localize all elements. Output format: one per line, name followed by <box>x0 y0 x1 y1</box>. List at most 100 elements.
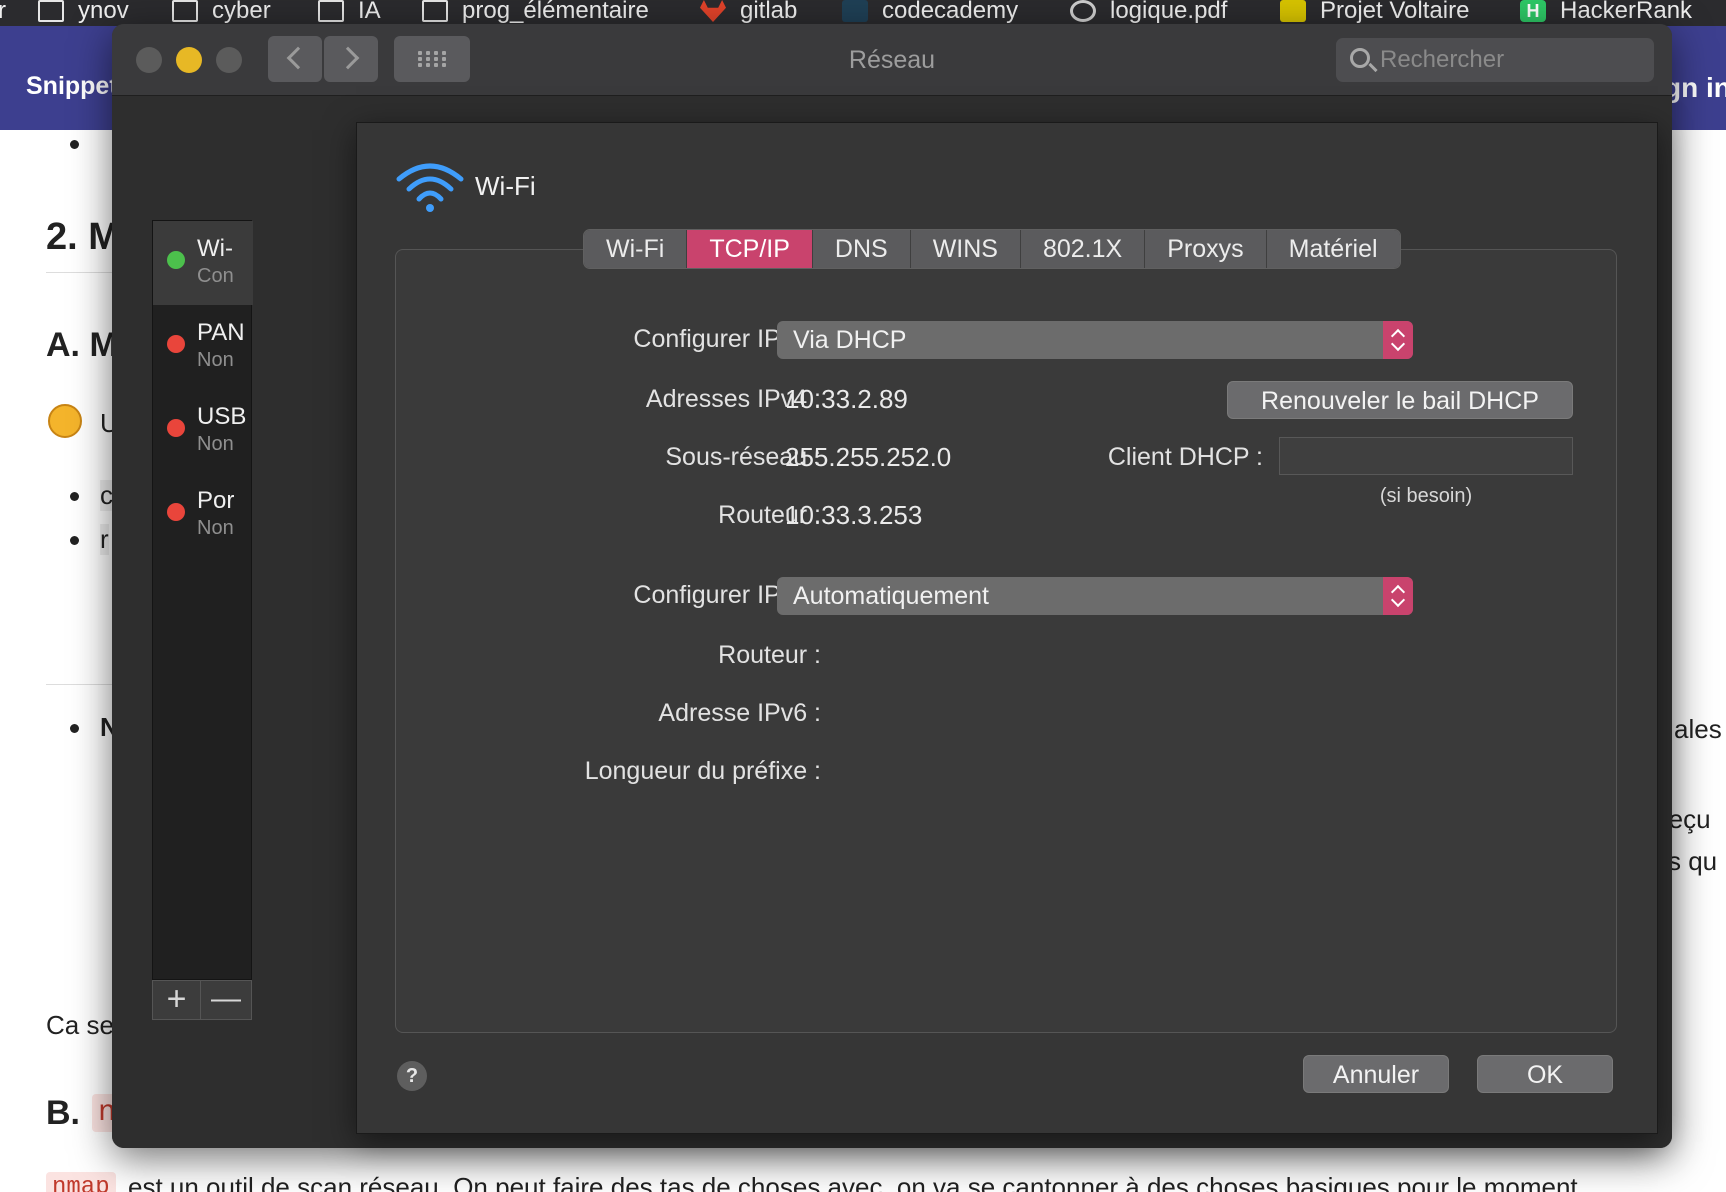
tab-8021x[interactable]: 802.1X <box>1020 230 1146 268</box>
dhcp-client-label: Client DHCP : <box>1107 443 1263 471</box>
service-item-usb[interactable]: USB Non <box>153 389 253 473</box>
service-status: Con <box>197 265 234 287</box>
bookmark-ia[interactable]: IA <box>318 0 381 26</box>
search-icon <box>1350 48 1370 68</box>
bullet-dot <box>70 536 79 545</box>
service-name: PAN <box>197 319 245 346</box>
search-input[interactable] <box>1380 44 1642 76</box>
bookmark-label: gitlab <box>740 0 798 24</box>
service-status: Non <box>197 433 234 455</box>
status-disconnected-icon <box>167 503 185 521</box>
configure-ipv4-select[interactable]: Via DHCP <box>777 321 1413 359</box>
page-heading-b: B. <box>46 1094 80 1132</box>
page-heading-a: A. M <box>46 326 118 364</box>
prefix-length-label: Longueur du préfixe : <box>584 757 821 785</box>
service-list-controls: + — <box>152 980 252 1020</box>
service-name: USB <box>197 403 247 430</box>
network-preferences-window: Réseau Wi- Con PAN Non USB Non <box>112 24 1672 1148</box>
service-name: Wi- <box>197 235 233 262</box>
tab-materiel[interactable]: Matériel <box>1266 230 1400 268</box>
tab-proxys[interactable]: Proxys <box>1145 230 1267 268</box>
nav-snippets-link[interactable]: Snippet <box>26 72 118 101</box>
ipv6-address-label: Adresse IPv6 : <box>658 699 821 727</box>
voltaire-icon <box>1280 0 1306 22</box>
globe-icon <box>1070 0 1096 22</box>
service-item-port[interactable]: Por Non <box>153 473 253 557</box>
bookmark-label: HackerRank <box>1560 0 1693 24</box>
bookmark-label: codecademy <box>882 0 1019 24</box>
cancel-button[interactable]: Annuler <box>1303 1055 1449 1093</box>
service-status: Non <box>197 349 234 371</box>
bookmark-item[interactable]: r <box>0 0 6 26</box>
status-connected-icon <box>167 251 185 269</box>
search-field[interactable] <box>1336 38 1654 82</box>
tab-tcpip[interactable]: TCP/IP <box>687 230 813 268</box>
bookmark-ynov[interactable]: ynov <box>38 0 129 26</box>
remove-service-button[interactable]: — <box>201 981 251 1019</box>
window-titlebar: Réseau <box>112 24 1672 96</box>
router-value: 10.33.3.253 <box>785 500 923 530</box>
bookmark-label: logique.pdf <box>1110 0 1228 24</box>
configure-ipv6-value: Automatiquement <box>793 582 989 610</box>
codecademy-icon <box>842 0 868 22</box>
folder-icon <box>38 0 64 22</box>
tab-wins[interactable]: WINS <box>910 230 1021 268</box>
page-paragraph: est un outil de scan réseau. On peut fai… <box>128 1172 1578 1192</box>
dhcp-client-hint: (si besoin) <box>1379 485 1473 507</box>
dhcp-client-id-field[interactable] <box>1279 437 1573 475</box>
bookmark-label: IA <box>358 0 381 24</box>
subnet-value: 255.255.252.0 <box>785 442 952 472</box>
bullet-dot <box>70 724 79 733</box>
page-paragraph: Ca se <box>46 1010 114 1040</box>
service-name: Por <box>197 487 235 514</box>
service-list[interactable]: Wi- Con PAN Non USB Non Por Non <box>152 220 253 980</box>
bookmark-logique[interactable]: logique.pdf <box>1070 0 1227 26</box>
ok-button[interactable]: OK <box>1477 1055 1613 1093</box>
folder-icon <box>172 0 198 22</box>
bullet-dot <box>70 492 79 501</box>
tab-dns[interactable]: DNS <box>812 230 911 268</box>
bookmark-label: prog_élémentaire <box>462 0 649 24</box>
page-text-fragment: s qu <box>1668 846 1718 876</box>
bookmark-gitlab[interactable]: gitlab <box>700 0 797 26</box>
bookmark-prog[interactable]: prog_élémentaire <box>422 0 649 26</box>
bookmark-cyber[interactable]: cyber <box>172 0 271 26</box>
tab-content-panel <box>395 249 1617 1033</box>
sun-emoji-icon <box>48 404 82 438</box>
inline-code: nmap <box>46 1172 116 1192</box>
bookmarks-bar: r ynov cyber IA prog_élémentaire gitlab … <box>0 0 1726 26</box>
bookmark-voltaire[interactable]: Projet Voltaire <box>1280 0 1469 26</box>
tab-bar: Wi-Fi TCP/IP DNS WINS 802.1X Proxys Maté… <box>583 229 1401 269</box>
bookmark-label: r <box>0 0 6 24</box>
wifi-icon <box>396 163 464 212</box>
updown-chevron-icon <box>1383 577 1413 615</box>
bookmark-label: cyber <box>212 0 271 24</box>
service-status: Non <box>197 517 234 539</box>
configure-ipv6-select[interactable]: Automatiquement <box>777 577 1413 615</box>
bookmark-hackerrank[interactable]: H HackerRank <box>1520 0 1692 26</box>
bullet-dot <box>70 140 79 149</box>
updown-chevron-icon <box>1383 321 1413 359</box>
nav-sign-in-link[interactable]: gn in <box>1664 72 1726 104</box>
page-text-fragment: ales <box>1674 714 1722 744</box>
configure-ipv4-value: Via DHCP <box>793 326 907 354</box>
advanced-settings-sheet: Wi-Fi Wi-Fi TCP/IP DNS WINS 802.1X Proxy… <box>356 122 1658 1134</box>
renew-dhcp-lease-button[interactable]: Renouveler le bail DHCP <box>1227 381 1573 419</box>
page-bullet: r <box>100 524 109 555</box>
status-disconnected-icon <box>167 335 185 353</box>
status-disconnected-icon <box>167 419 185 437</box>
folder-icon <box>318 0 344 22</box>
bookmark-label: ynov <box>78 0 129 24</box>
service-item-pan[interactable]: PAN Non <box>153 305 253 389</box>
sheet-title: Wi-Fi <box>475 171 536 201</box>
service-item-wifi[interactable]: Wi- Con <box>153 221 253 305</box>
bookmark-codecademy[interactable]: codecademy <box>842 0 1018 26</box>
folder-icon <box>422 0 448 22</box>
help-button[interactable]: ? <box>397 1061 427 1091</box>
ipv4-address-value: 10.33.2.89 <box>785 384 908 414</box>
gitlab-icon <box>700 0 726 22</box>
ipv6-router-label: Routeur : <box>718 641 821 669</box>
tab-wifi[interactable]: Wi-Fi <box>584 230 688 268</box>
add-service-button[interactable]: + <box>153 981 201 1019</box>
hackerrank-icon: H <box>1520 0 1546 22</box>
